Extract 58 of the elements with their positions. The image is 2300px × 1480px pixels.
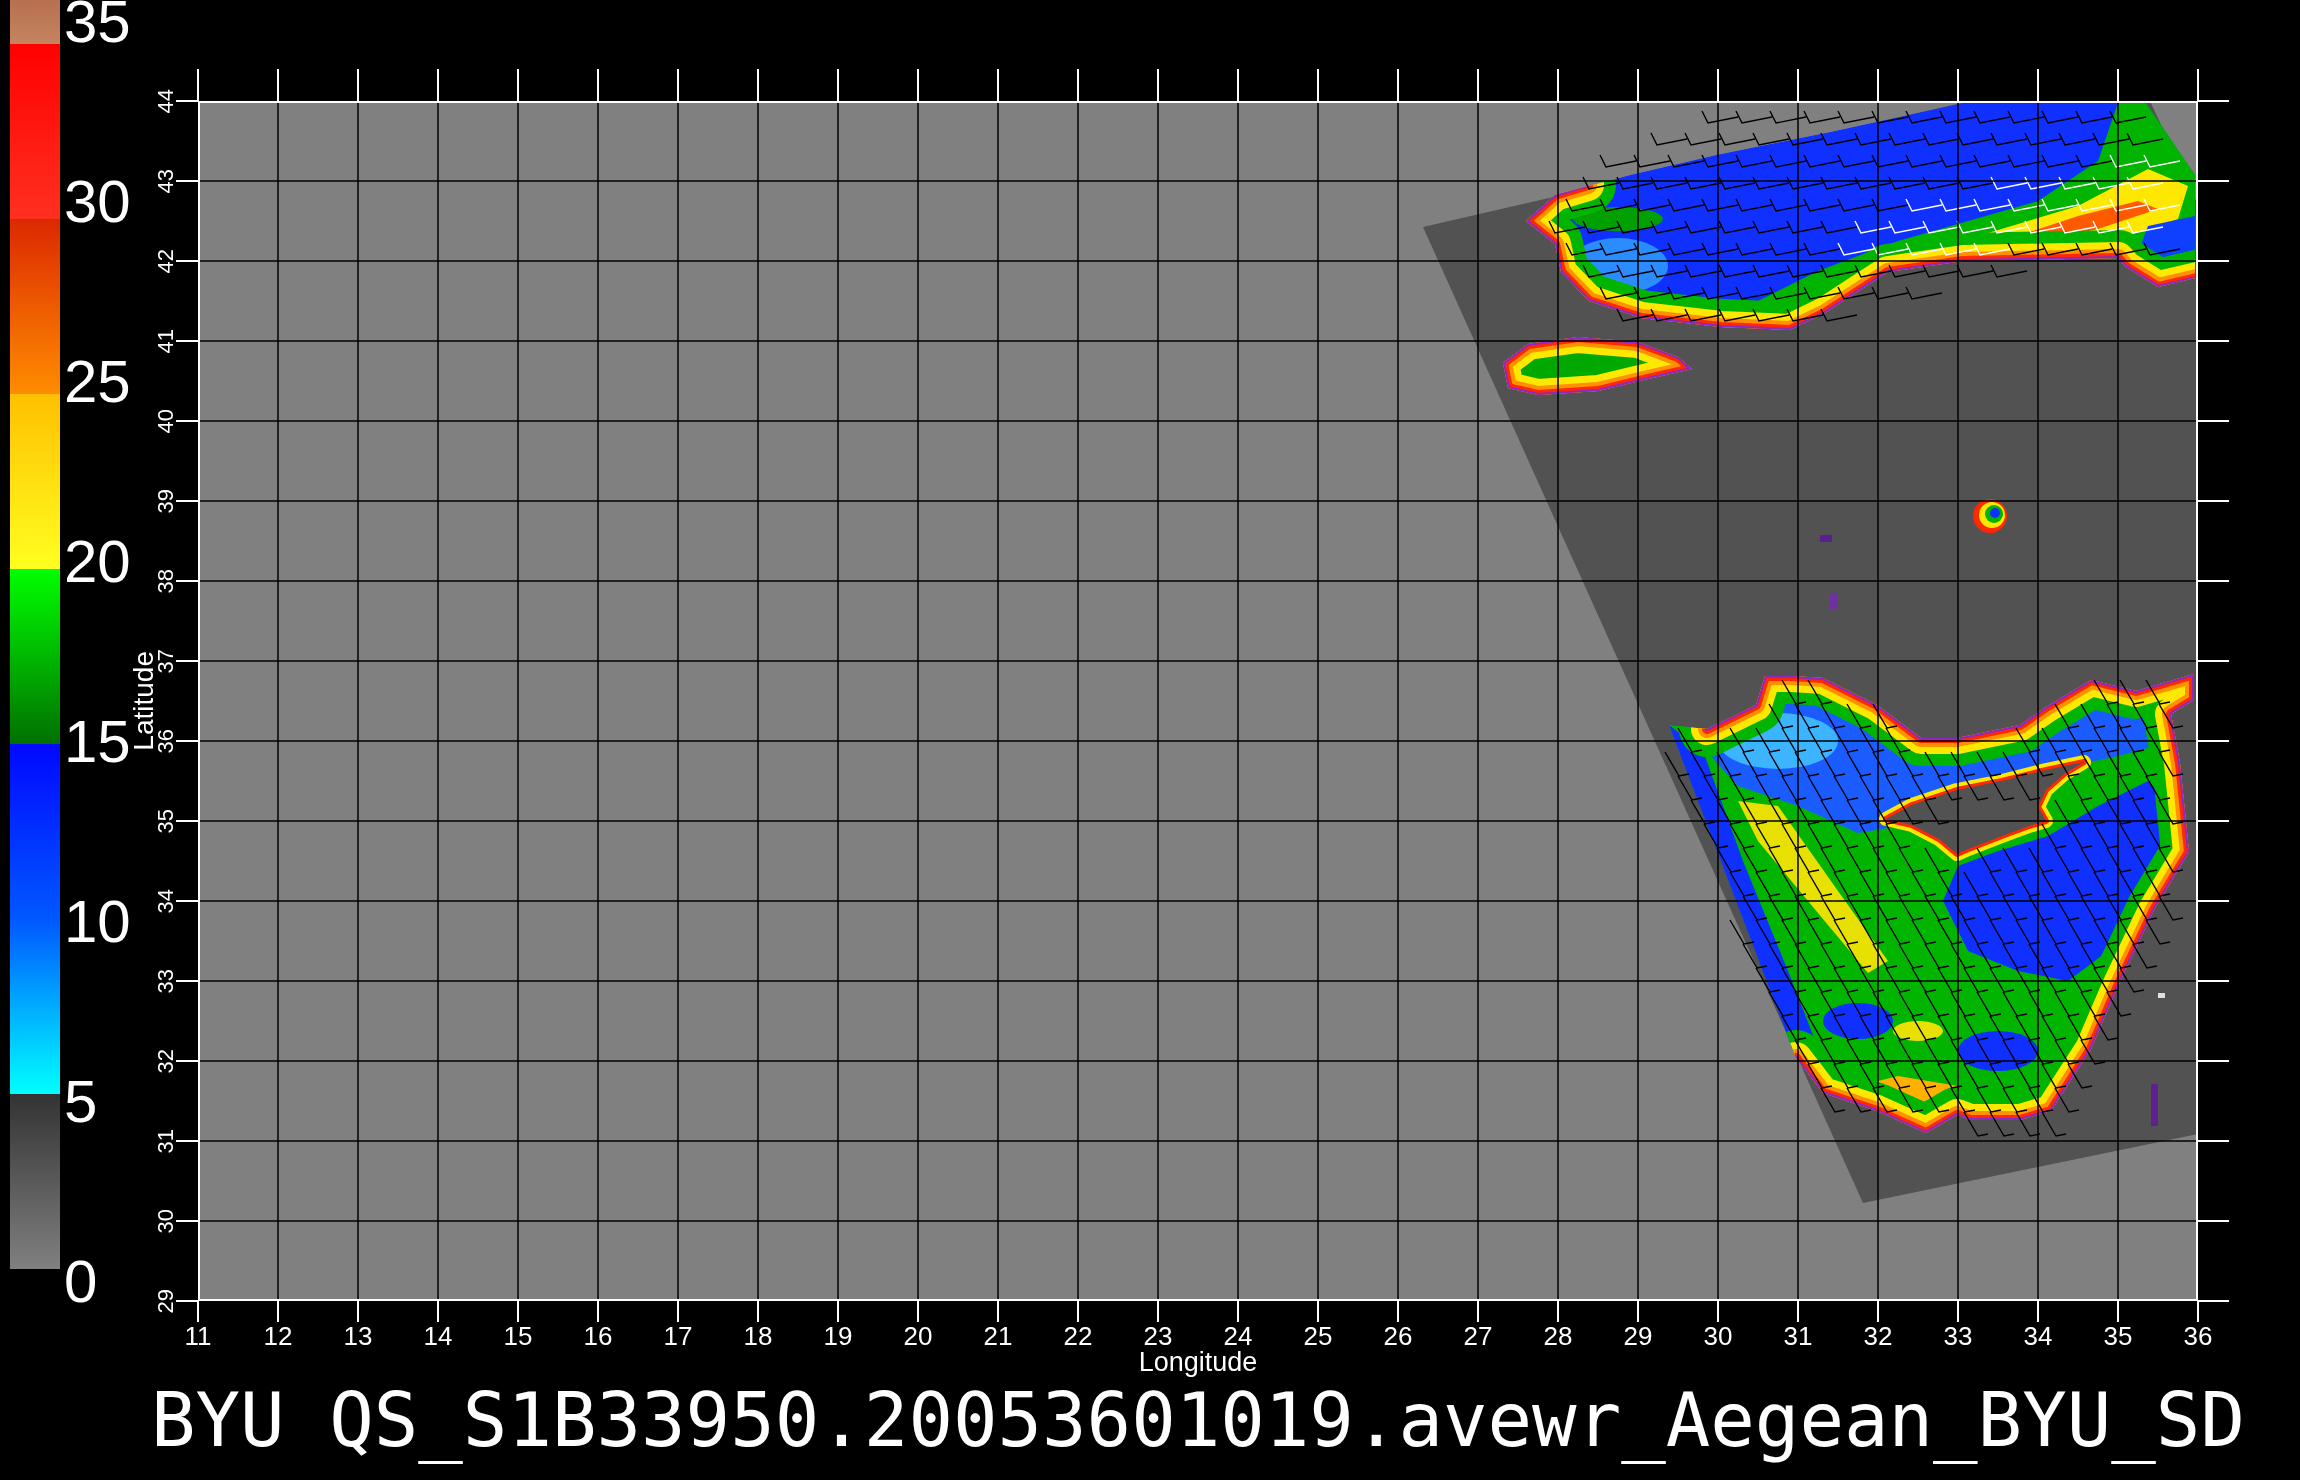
longitude-tick-label: 11 <box>184 1323 212 1349</box>
data-speck <box>2158 993 2165 998</box>
longitude-tick-label: 28 <box>1543 1323 1573 1349</box>
longitude-tick-label: 30 <box>1703 1323 1733 1349</box>
longitude-tick-label: 32 <box>1863 1323 1893 1349</box>
color-scale-label: 25 <box>64 360 131 404</box>
longitude-tick-label: 26 <box>1383 1323 1413 1349</box>
color-scale-label: 0 <box>64 1260 98 1304</box>
longitude-tick-label: 27 <box>1463 1323 1493 1349</box>
latitude-tick-label: 32 <box>156 1048 176 1074</box>
latitude-tick-label: 41 <box>156 328 176 354</box>
latitude-tick-label: 44 <box>156 88 176 114</box>
latitude-tick-label: 37 <box>156 648 176 674</box>
longitude-tick-label: 33 <box>1943 1323 1973 1349</box>
longitude-tick-label: 29 <box>1623 1323 1653 1349</box>
color-scale-label: 30 <box>64 180 131 224</box>
longitude-tick-label: 18 <box>743 1323 773 1349</box>
longitude-tick-label: 16 <box>583 1323 613 1349</box>
latitude-tick-label: 38 <box>156 568 176 594</box>
longitude-tick-label: 25 <box>1303 1323 1333 1349</box>
latitude-tick-label: 29 <box>156 1288 176 1314</box>
latitude-tick-label: 35 <box>156 808 176 834</box>
plot-title: BYU QS_S1B33950.20053601019.avewr_Aegean_BYU_SD <box>151 1377 2245 1464</box>
latitude-tick-label: 33 <box>156 968 176 994</box>
latitude-tick-label: 34 <box>156 888 176 914</box>
longitude-tick-label: 14 <box>423 1323 453 1349</box>
longitude-tick-label: 34 <box>2023 1323 2053 1349</box>
longitude-tick-label: 20 <box>903 1323 933 1349</box>
longitude-tick-label: 15 <box>503 1323 533 1349</box>
wind-speed-patch <box>1973 499 2007 533</box>
data-speck <box>1830 593 1838 609</box>
longitude-tick-label: 36 <box>2183 1323 2213 1349</box>
longitude-tick-label: 31 <box>1783 1323 1813 1349</box>
color-scale-label: 20 <box>64 540 131 584</box>
longitude-tick-label: 13 <box>343 1323 373 1349</box>
latitude-axis-title: Latitude <box>132 651 156 751</box>
longitude-tick-label: 23 <box>1143 1323 1173 1349</box>
longitude-tick-label: 21 <box>983 1323 1013 1349</box>
data-speck <box>2151 1084 2158 1126</box>
longitude-tick-label: 17 <box>663 1323 693 1349</box>
color-scale-label: 35 <box>64 0 131 44</box>
longitude-tick-label: 19 <box>823 1323 853 1349</box>
color-scale-label: 10 <box>64 900 131 944</box>
longitude-tick-label: 12 <box>263 1323 293 1349</box>
data-speck <box>1820 535 1832 542</box>
color-scale-label: 15 <box>64 720 131 764</box>
longitude-tick-label: 22 <box>1063 1323 1093 1349</box>
latitude-tick-label: 40 <box>156 408 176 434</box>
longitude-axis-title: Longitude <box>1138 1349 1258 1376</box>
latitude-tick-label: 31 <box>156 1128 176 1154</box>
longitude-tick-label: 24 <box>1223 1323 1253 1349</box>
color-scale-label: 5 <box>64 1080 98 1124</box>
latitude-tick-label: 42 <box>156 248 176 274</box>
latitude-tick-label: 43 <box>156 168 176 194</box>
latitude-tick-label: 30 <box>156 1208 176 1234</box>
latitude-tick-label: 39 <box>156 488 176 514</box>
longitude-tick-label: 35 <box>2103 1323 2133 1349</box>
latitude-tick-label: 36 <box>156 728 176 754</box>
